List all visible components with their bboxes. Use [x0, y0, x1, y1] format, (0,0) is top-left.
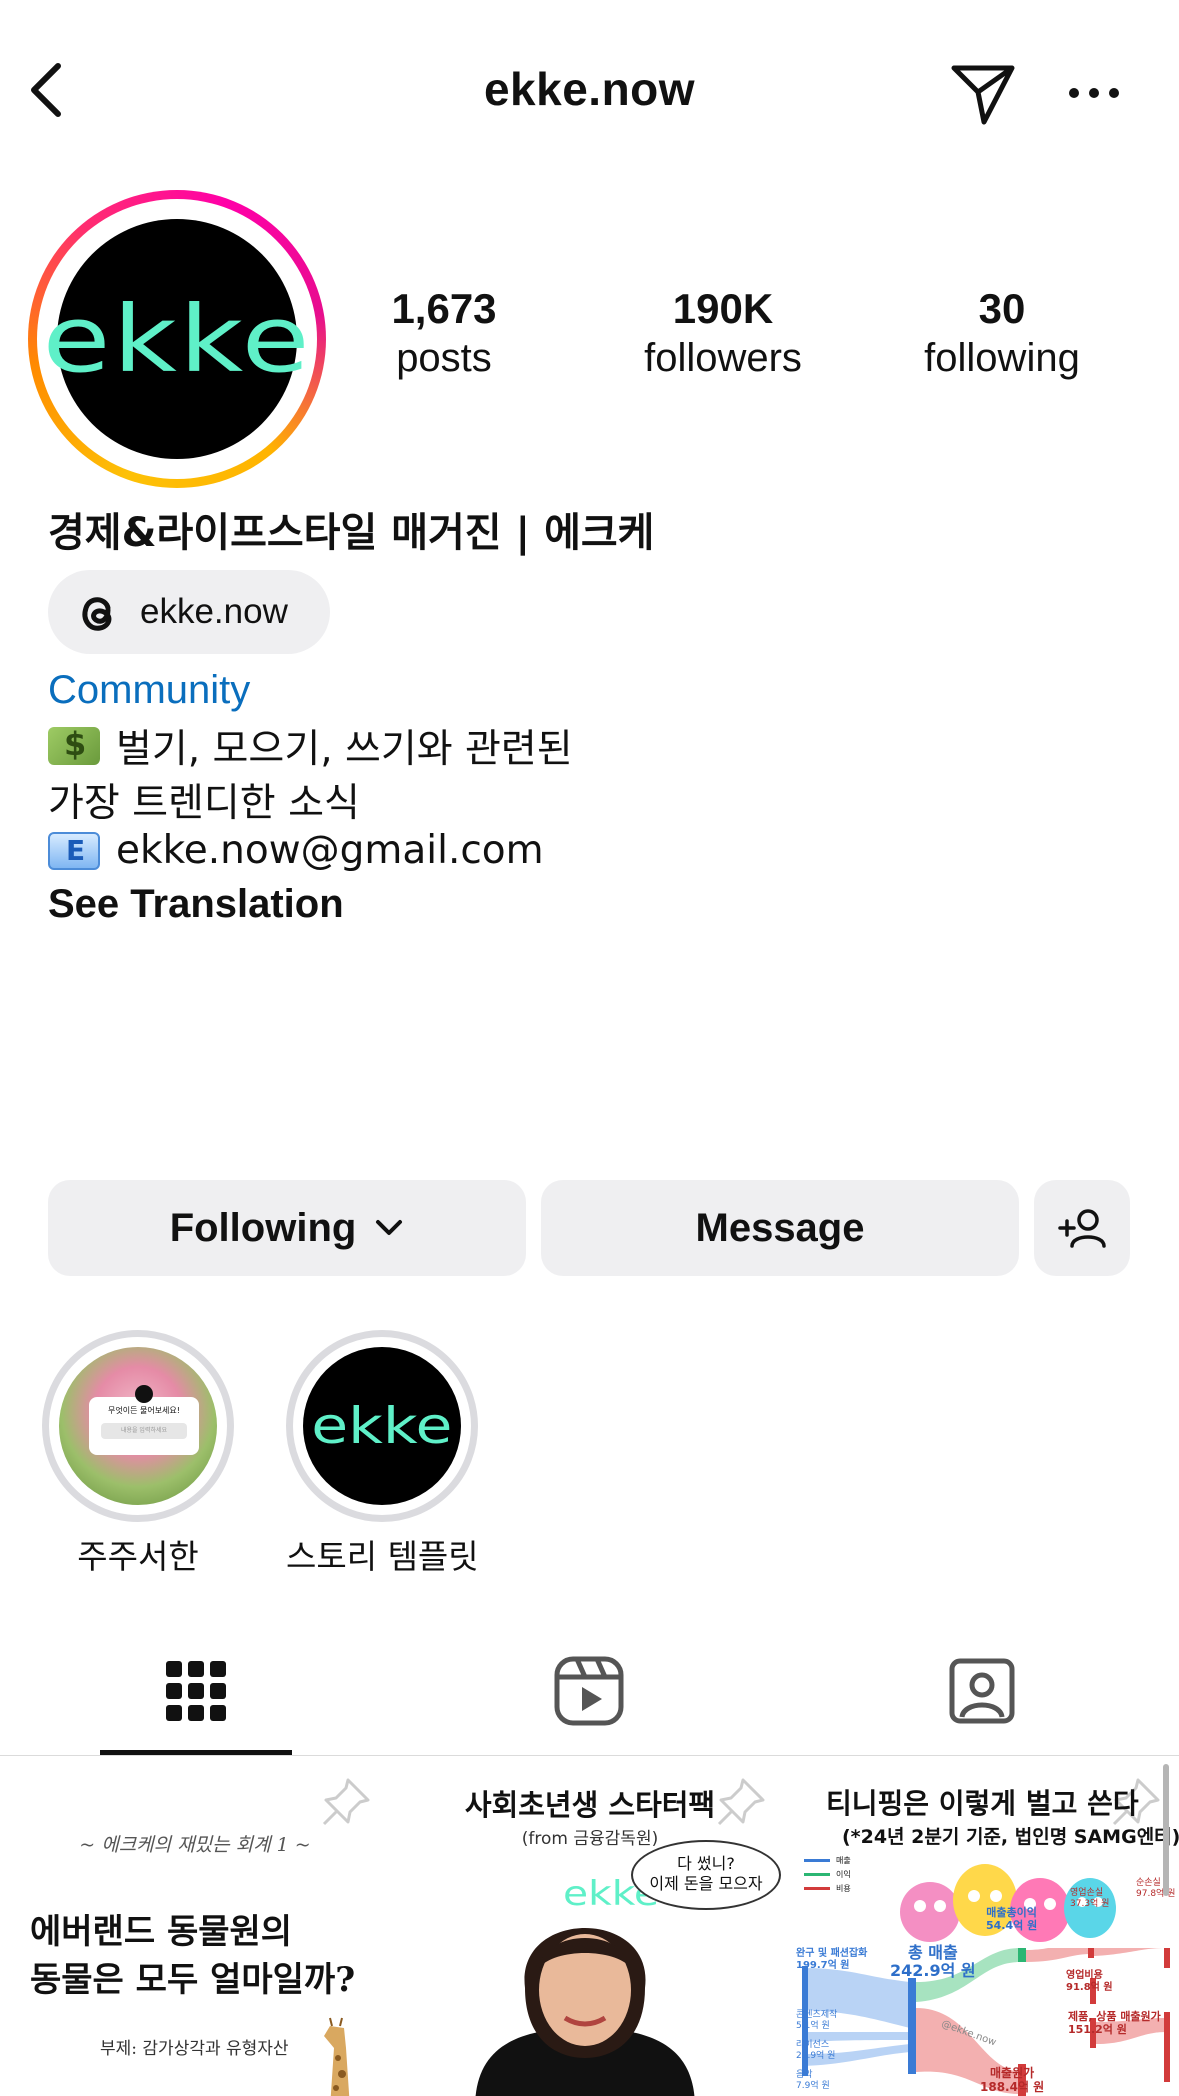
followers-stat[interactable]: 190K followers	[613, 284, 833, 382]
reels-icon[interactable]	[553, 1655, 625, 1727]
label-net-loss: 순손실 97.8억 원	[1136, 1878, 1176, 1899]
top-bar: ekke.now	[0, 0, 1179, 190]
highlight-ring: ekke	[286, 1330, 478, 1522]
category-label: Community	[48, 668, 251, 712]
posts-stat[interactable]: 1,673 posts	[334, 284, 554, 382]
post-title: 사회초년생 스타터팩	[464, 1788, 716, 1822]
label-content: 콘텐츠제작 5.1억 원	[796, 2010, 838, 2031]
tagged-icon[interactable]	[946, 1655, 1018, 1727]
chevron-down-icon	[376, 1220, 403, 1235]
threads-link[interactable]: ekke.now	[48, 570, 330, 654]
following-button[interactable]: Following	[48, 1180, 526, 1276]
bio-line-3: ekke.now@gmail.com	[48, 828, 544, 873]
threads-icon	[82, 597, 112, 631]
bio-line-1: 벌기, 모으기, 쓰기와 관련된	[48, 718, 573, 774]
sankey-legend: 매출 이익 비용	[804, 1854, 851, 1896]
avatar-logo: ekke	[42, 285, 312, 393]
avatar: ekke	[42, 219, 309, 459]
highlight-ring: 무엇이든 물어보세요! 내용을 입력하세요	[42, 1330, 234, 1522]
posts-label: posts	[396, 336, 492, 380]
post-tile-3[interactable]: 티니핑은 이렇게 벌고 쓴다 (*24년 2분기 기준, 법인명 SAMG엔터)…	[790, 1758, 1179, 2096]
post-tile-2[interactable]: 사회초년생 스타터팩 (from 금융감독원) ekke 다 썼니? 이제 돈을…	[395, 1758, 785, 2096]
following-button-label: Following	[169, 1205, 357, 1250]
post-title: 에버랜드 동물원의 동물은 모두 얼마일까?	[30, 1908, 355, 2004]
tab-divider	[0, 1755, 1179, 1756]
bio-text-2: 가장 트렌디한 소식	[48, 781, 360, 826]
label-product-cogs: 제품, 상품 매출원가 151.2억 원	[1068, 2010, 1161, 2036]
see-translation-link[interactable]: See Translation	[48, 882, 344, 927]
add-person-icon	[1058, 1209, 1106, 1248]
label-gross-profit: 매출총이익 54.4억 원	[986, 1906, 1038, 1932]
bubble-line-2: 이제 돈을 모으자	[649, 1874, 763, 1893]
highlight-logo-text: ekke	[311, 1397, 453, 1455]
followers-count: 190K	[672, 285, 774, 332]
speech-bubble: 다 썼니? 이제 돈을 모으자	[631, 1840, 781, 1910]
pin-icon	[322, 1778, 370, 1826]
highlight-label-1: 주주서한	[77, 1537, 199, 1576]
highlight-label-2: 스토리 템플릿	[286, 1537, 479, 1576]
legend-revenue: 매출	[836, 1856, 851, 1865]
money-wings-icon	[48, 725, 100, 765]
followers-label: followers	[644, 336, 802, 380]
question-card-input: 내용을 입력하세요	[120, 1427, 168, 1434]
highlight-1[interactable]: 무엇이든 물어보세요! 내용을 입력하세요 주주서한	[42, 1330, 234, 1578]
label-music: 음악 7.9억 원	[796, 2070, 830, 2091]
paper-plane-icon[interactable]	[948, 58, 1018, 128]
post-title: 티니핑은 이렇게 벌고 쓴다	[826, 1787, 1139, 1820]
following-stat[interactable]: 30 following	[892, 284, 1112, 382]
label-op-loss: 영업손실 37.3억 원	[1070, 1888, 1110, 1909]
label-total-revenue: 총 매출 242.9억 원	[890, 1943, 976, 1980]
more-horizontal-icon[interactable]	[1066, 78, 1122, 108]
question-card-text: 무엇이든 물어보세요!	[108, 1406, 180, 1415]
post-title-line-2: 동물은 모두 얼마일까?	[30, 1960, 356, 2000]
bubble-line-1: 다 썼니?	[677, 1854, 735, 1873]
bio-email[interactable]: ekke.now@gmail.com	[116, 828, 544, 873]
post-note: (*24년 2분기 기준, 법인명 SAMG엔터)	[842, 1826, 1179, 1848]
label-toys: 완구 및 패션잡화 199.7억 원	[796, 1948, 868, 1971]
legend-cost: 비용	[836, 1884, 851, 1893]
profile-name: 경제&라이프스타일 매거진 | 에크케	[48, 510, 655, 556]
label-cogs: 매출원가 188.4억 원	[980, 2066, 1045, 2094]
label-license: 라이선스 29.9억 원	[796, 2040, 836, 2061]
threads-handle: ekke.now	[140, 592, 288, 631]
post-tile-1[interactable]: ~ 에크케의 재밌는 회계 1 ~ 에버랜드 동물원의 동물은 모두 얼마일까?…	[0, 1758, 390, 2096]
post-caption: 부제: 감가상각과 유형자산	[100, 2039, 289, 2059]
label-op-expense: 영업비용 91.8억 원	[1066, 1970, 1113, 1993]
question-card: 무엇이든 물어보세요! 내용을 입력하세요	[89, 1385, 199, 1455]
message-button-label: Message	[695, 1205, 865, 1250]
bio-text-1: 벌기, 모으기, 쓰기와 관련된	[116, 727, 573, 772]
highlight-cover-flower: 무엇이든 물어보세요! 내용을 입력하세요	[59, 1347, 217, 1505]
scrollbar[interactable]	[1163, 1764, 1169, 1896]
bio-line-2: 가장 트렌디한 소식	[48, 772, 360, 828]
add-user-button[interactable]	[1034, 1180, 1130, 1276]
legend-profit: 이익	[836, 1870, 851, 1879]
avatar-story-ring[interactable]: ekke	[28, 190, 326, 488]
highlight-2[interactable]: ekke 스토리 템플릿	[286, 1330, 479, 1578]
giraffe-illustration	[324, 2017, 350, 2096]
posts-count: 1,673	[391, 285, 497, 332]
following-label: following	[924, 336, 1080, 380]
grid-icon[interactable]	[160, 1655, 232, 1727]
following-count: 30	[978, 285, 1026, 332]
post-subtitle: ~ 에크케의 재밌는 회계 1 ~	[79, 1834, 311, 1856]
message-button[interactable]: Message	[541, 1180, 1019, 1276]
email-icon	[48, 831, 100, 870]
highlight-cover-logo: ekke	[303, 1347, 461, 1505]
post-title-line-1: 에버랜드 동물원의	[30, 1912, 293, 1952]
